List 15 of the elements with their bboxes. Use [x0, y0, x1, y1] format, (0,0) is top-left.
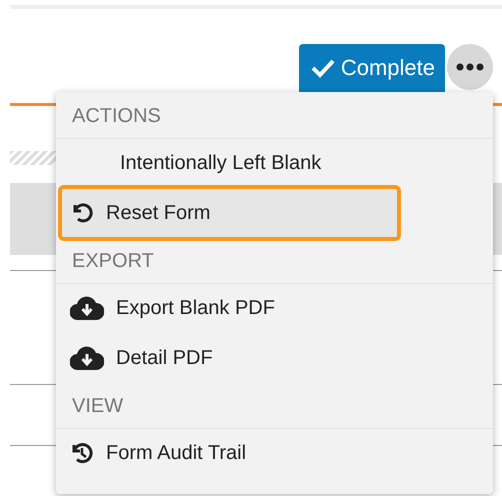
history-icon: [70, 441, 94, 465]
cloud-download-icon: [70, 296, 104, 320]
menu-item[interactable]: Export Blank PDF: [56, 284, 493, 332]
menu-heading: ACTIONS: [56, 94, 493, 139]
more-icon: [456, 63, 484, 71]
menu-item[interactable]: Reset Form: [62, 189, 397, 237]
menu-item[interactable]: Detail PDF: [56, 334, 493, 382]
cloud-download-icon: [70, 346, 104, 370]
menu-heading: VIEW: [56, 384, 493, 429]
complete-button[interactable]: Complete: [298, 44, 445, 92]
menu-heading: EXPORT: [56, 239, 493, 284]
menu-item[interactable]: Intentionally Left Blank: [56, 139, 493, 187]
check-icon: [310, 58, 335, 78]
more-button[interactable]: [447, 44, 493, 90]
menu-item[interactable]: Form Audit Trail: [56, 429, 493, 477]
